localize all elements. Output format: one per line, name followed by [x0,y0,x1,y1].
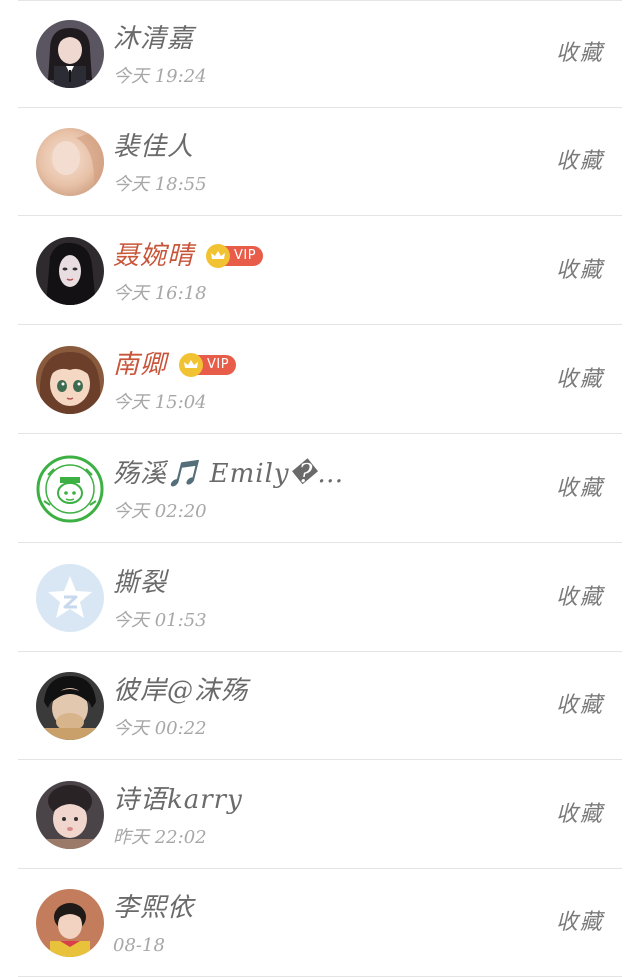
name-line: 李熙依 [113,889,194,927]
visitor-name[interactable]: 裴佳人 [113,128,194,166]
visit-time: 今天 00:22 [113,718,207,739]
visit-time: 今天 18:55 [113,174,207,195]
visitor-name[interactable]: 李熙依 [113,889,194,927]
avatar[interactable] [36,128,104,196]
visitor-row[interactable]: 裴佳人 今天 18:55 收藏 [0,108,640,216]
visitor-name[interactable]: 聂婉晴 [113,237,194,275]
avatar[interactable] [36,20,104,88]
visit-time: 今天 19:24 [113,66,207,87]
name-line: 聂婉晴 VIP [113,237,264,275]
name-line: 沐清嘉 [113,20,194,58]
favorite-button[interactable]: 收藏 [556,582,604,614]
visitor-list: 沐清嘉 今天 19:24 收藏 裴佳人 今天 18:55 收藏 聂婉晴 VIP … [0,0,640,977]
visit-time: 今天 02:20 [113,501,207,522]
name-line: 南卿 VIP [113,346,237,384]
row-divider [18,433,622,434]
favorite-button[interactable]: 收藏 [556,38,604,70]
visitor-row[interactable]: 殇溪🎵 Emily�… 今天 02:20 收藏 [0,435,640,543]
vip-badge: VIP [206,244,264,268]
avatar[interactable] [36,672,104,740]
favorite-button[interactable]: 收藏 [556,799,604,831]
crown-icon [179,353,204,377]
visitor-name[interactable]: 殇溪🎵 Emily�… [113,455,344,493]
name-line: 彼岸@沫殇 [113,672,248,710]
visitor-name[interactable]: 彼岸@沫殇 [113,672,248,710]
avatar[interactable] [36,781,104,849]
row-divider [18,759,622,760]
favorite-button[interactable]: 收藏 [556,907,604,939]
visitor-name[interactable]: 诗语karry [113,781,243,819]
visitor-row[interactable]: 沐清嘉 今天 19:24 收藏 [0,0,640,108]
visitor-name[interactable]: 沐清嘉 [113,20,194,58]
name-line: 撕裂 [113,564,167,602]
row-divider [18,215,622,216]
visitor-row[interactable]: 诗语karry 昨天 22:02 收藏 [0,761,640,869]
row-divider [18,324,622,325]
vip-badge: VIP [179,353,237,377]
name-line: 殇溪🎵 Emily�… [113,455,344,493]
favorite-button[interactable]: 收藏 [556,690,604,722]
name-line: 诗语karry [113,781,243,819]
row-divider [18,542,622,543]
favorite-button[interactable]: 收藏 [556,364,604,396]
name-line: 裴佳人 [113,128,194,166]
crown-icon [206,244,231,268]
visit-time: 昨天 22:02 [113,827,207,848]
visitor-row[interactable]: 撕裂 今天 01:53 收藏 [0,544,640,652]
favorite-button[interactable]: 收藏 [556,255,604,287]
favorite-button[interactable]: 收藏 [556,146,604,178]
visit-time: 今天 15:04 [113,392,207,413]
avatar[interactable] [36,237,104,305]
visit-time: 今天 16:18 [113,283,207,304]
visit-time: 08-18 [113,935,165,956]
visitor-name[interactable]: 南卿 [113,346,167,384]
visitor-row[interactable]: 南卿 VIP 今天 15:04 收藏 [0,326,640,434]
visitor-row[interactable]: 彼岸@沫殇 今天 00:22 收藏 [0,652,640,760]
avatar[interactable] [36,564,104,632]
avatar[interactable] [36,346,104,414]
visit-time: 今天 01:53 [113,610,207,631]
favorite-button[interactable]: 收藏 [556,473,604,505]
avatar[interactable] [36,455,104,523]
visitor-row[interactable]: 聂婉晴 VIP 今天 16:18 收藏 [0,217,640,325]
visitor-row[interactable]: 李熙依 08-18 收藏 [0,869,640,977]
visitor-name[interactable]: 撕裂 [113,564,167,602]
avatar[interactable] [36,889,104,957]
